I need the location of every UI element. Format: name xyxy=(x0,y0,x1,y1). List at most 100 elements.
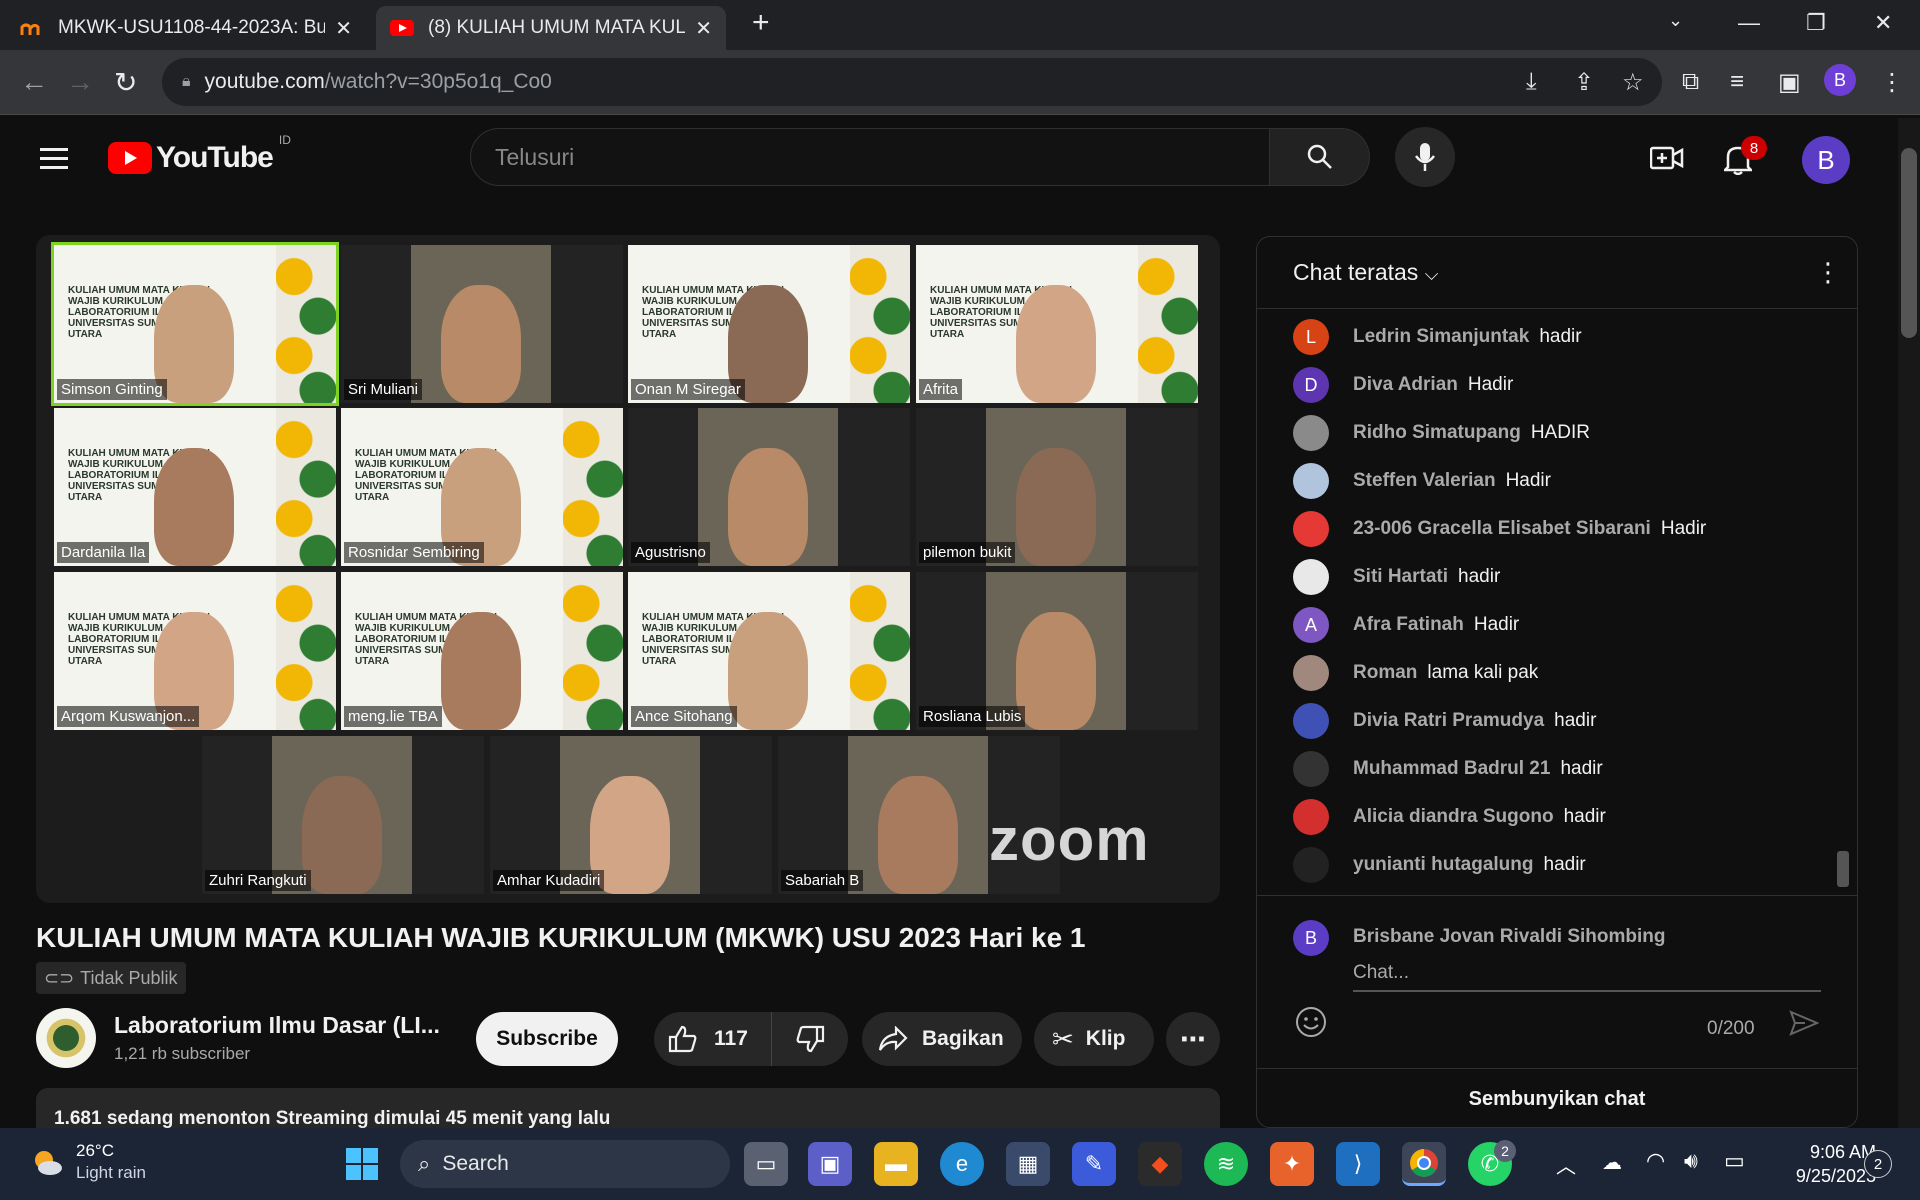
search-input[interactable]: Telusuri xyxy=(470,128,1270,186)
chrome-icon[interactable] xyxy=(1402,1142,1446,1186)
chat-message[interactable]: Steffen Valerian Hadir xyxy=(1293,461,1551,501)
extensions-icon[interactable]: ⧉ xyxy=(1682,68,1699,96)
clip-button[interactable]: ✂ Klip xyxy=(1034,1012,1154,1066)
wifi-icon[interactable]: ◠ xyxy=(1646,1148,1665,1174)
media-controls-icon[interactable]: ≡ xyxy=(1730,68,1744,96)
back-icon[interactable]: ← xyxy=(20,66,48,98)
chat-message[interactable]: 23-006 Gracella Elisabet Sibarani Hadir xyxy=(1293,509,1706,549)
reload-icon[interactable]: ↻ xyxy=(114,66,137,99)
send-icon[interactable] xyxy=(1789,1010,1820,1041)
chat-message[interactable]: Siti Hartati hadir xyxy=(1293,557,1500,597)
taskbar-search[interactable]: ⌕ Search xyxy=(400,1140,730,1188)
chat-mode-dropdown[interactable]: Chat teratas ⌵ xyxy=(1293,259,1438,286)
chat-message[interactable]: Roman lama kali pak xyxy=(1293,653,1538,693)
channel-avatar[interactable] xyxy=(36,1008,96,1068)
profile-avatar[interactable]: B xyxy=(1824,64,1856,96)
hide-chat-button[interactable]: Sembunyikan chat xyxy=(1257,1068,1857,1127)
chat-menu-kebab-icon[interactable]: ⋮ xyxy=(1815,257,1841,288)
chat-input[interactable]: Chat... xyxy=(1353,956,1821,992)
volume-icon[interactable]: 🔊︎ xyxy=(1684,1148,1698,1174)
menu-kebab-icon[interactable]: ⋮ xyxy=(1880,68,1904,97)
teams-icon[interactable]: ▣ xyxy=(808,1142,852,1186)
chat-author-name[interactable]: Afra Fatinah xyxy=(1353,614,1464,636)
chat-author-name[interactable]: Steffen Valerian xyxy=(1353,470,1496,492)
browser-tab-mkwk[interactable]: MKWK-USU1108-44-2023A: Buku ✕ xyxy=(6,6,366,50)
like-button[interactable]: 117 xyxy=(654,1012,772,1066)
chat-author-name[interactable]: Ledrin Simanjuntak xyxy=(1353,326,1529,348)
search-button[interactable] xyxy=(1270,128,1370,186)
postman-icon[interactable]: ✦ xyxy=(1270,1142,1314,1186)
chat-message-text: Hadir xyxy=(1505,470,1551,491)
onedrive-icon[interactable]: ☁ xyxy=(1602,1150,1622,1175)
chat-message[interactable]: Muhammad Badrul 21 hadir xyxy=(1293,749,1603,789)
hamburger-menu-icon[interactable] xyxy=(40,142,68,175)
tab-search-icon[interactable]: ⌄ xyxy=(1668,10,1683,31)
figma-icon[interactable]: ◆ xyxy=(1138,1142,1182,1186)
weather-widget[interactable]: 26°C Light rain xyxy=(76,1140,146,1184)
subscribe-button[interactable]: Subscribe xyxy=(476,1012,618,1066)
tray-chevron-icon[interactable]: ︿ xyxy=(1556,1150,1576,1179)
chat-author-name[interactable]: Divia Ratri Pramudya xyxy=(1353,710,1544,732)
side-panel-icon[interactable]: ▣ xyxy=(1778,68,1801,97)
spotify-icon[interactable]: ≋ xyxy=(1204,1142,1248,1186)
chat-message[interactable]: yunianti hutagalung hadir xyxy=(1293,845,1586,885)
chat-message[interactable]: Ridho Simatupang HADIR xyxy=(1293,413,1590,453)
new-tab-icon[interactable]: + xyxy=(752,6,770,40)
chat-scroll-thumb[interactable] xyxy=(1837,851,1849,887)
restore-icon[interactable]: ❐ xyxy=(1806,10,1826,36)
chat-author-name[interactable]: Alicia diandra Sugono xyxy=(1353,806,1554,828)
channel-name[interactable]: Laboratorium Ilmu Dasar (LI... xyxy=(114,1012,440,1039)
task-view-icon[interactable]: ▭ xyxy=(744,1142,788,1186)
page-scroll-thumb[interactable] xyxy=(1901,148,1917,338)
file-explorer-icon[interactable]: ▬ xyxy=(874,1142,918,1186)
notification-center-badge[interactable]: 2 xyxy=(1864,1150,1892,1178)
chat-author-name[interactable]: yunianti hutagalung xyxy=(1353,854,1534,876)
close-tab-icon[interactable]: ✕ xyxy=(695,16,712,41)
emoji-icon[interactable] xyxy=(1295,1006,1327,1043)
whatsapp-badge: 2 xyxy=(1494,1140,1516,1162)
bookmark-star-icon[interactable]: ☆ xyxy=(1622,68,1644,97)
create-video-icon[interactable] xyxy=(1649,145,1684,176)
video-player[interactable]: KULIAH UMUM MATA KULIAH WAJIB KURIKULUM … xyxy=(36,235,1220,903)
account-avatar[interactable]: B xyxy=(1802,136,1850,184)
chat-author-name[interactable]: Siti Hartati xyxy=(1353,566,1448,588)
chat-message[interactable]: Alicia diandra Sugono hadir xyxy=(1293,797,1606,837)
chat-message[interactable]: A Afra Fatinah Hadir xyxy=(1293,605,1519,645)
store-icon[interactable]: ▦ xyxy=(1006,1142,1050,1186)
clock[interactable]: 9:06 AM 9/25/2023 xyxy=(1770,1140,1876,1188)
battery-icon[interactable]: ▭ xyxy=(1724,1148,1745,1174)
chat-author-name[interactable]: 23-006 Gracella Elisabet Sibarani xyxy=(1353,518,1651,540)
chat-message[interactable]: L Ledrin Simanjuntak hadir xyxy=(1293,317,1582,357)
chat-message[interactable]: Divia Ratri Pramudya hadir xyxy=(1293,701,1596,741)
participant-tile: KULIAH UMUM MATA KULIAH WAJIB KURIKULUM … xyxy=(54,408,336,566)
chat-message[interactable]: D Diva Adrian Hadir xyxy=(1293,365,1513,405)
description-box[interactable]: 1.681 sedang menonton Streaming dimulai … xyxy=(36,1088,1220,1128)
share-button[interactable]: Bagikan xyxy=(862,1012,1022,1066)
browser-tab-youtube[interactable]: (8) KULIAH UMUM MATA KULIAH ✕ xyxy=(376,6,726,50)
chat-author-name[interactable]: Diva Adrian xyxy=(1353,374,1458,396)
forward-icon[interactable]: → xyxy=(66,66,94,98)
vscode-icon[interactable]: ⟩ xyxy=(1336,1142,1380,1186)
subscriber-count: 1,21 rb subscriber xyxy=(114,1044,251,1063)
start-icon[interactable] xyxy=(340,1142,384,1186)
close-window-icon[interactable]: ✕ xyxy=(1874,10,1892,36)
edge-icon[interactable]: e xyxy=(940,1142,984,1186)
youtube-logo[interactable]: YouTube ID xyxy=(108,133,291,175)
close-tab-icon[interactable]: ✕ xyxy=(335,16,352,41)
minimize-icon[interactable]: — xyxy=(1738,10,1760,36)
participant-tile: KULIAH UMUM MATA KULIAH WAJIB KURIKULUM … xyxy=(628,245,910,403)
share-icon[interactable]: ⇪ xyxy=(1574,68,1594,97)
chat-author-name[interactable]: Muhammad Badrul 21 xyxy=(1353,758,1550,780)
participant-name: Ance Sitohang xyxy=(631,706,737,727)
voice-search-button[interactable] xyxy=(1395,127,1455,187)
participant-video xyxy=(728,448,808,566)
dislike-button[interactable] xyxy=(772,1025,848,1053)
page-scrollbar[interactable] xyxy=(1898,118,1920,1128)
chat-author-name[interactable]: Ridho Simatupang xyxy=(1353,422,1521,444)
slide-ornament xyxy=(850,245,910,403)
install-app-icon[interactable]: ⤓ xyxy=(1526,68,1537,96)
pen-app-icon[interactable]: ✎ xyxy=(1072,1142,1116,1186)
address-bar[interactable]: 🔒︎ youtube.com/watch?v=30p5o1q_Co0 xyxy=(162,58,1662,106)
chat-author-name[interactable]: Roman xyxy=(1353,662,1417,684)
more-actions-icon[interactable]: ⋯ xyxy=(1166,1012,1220,1066)
